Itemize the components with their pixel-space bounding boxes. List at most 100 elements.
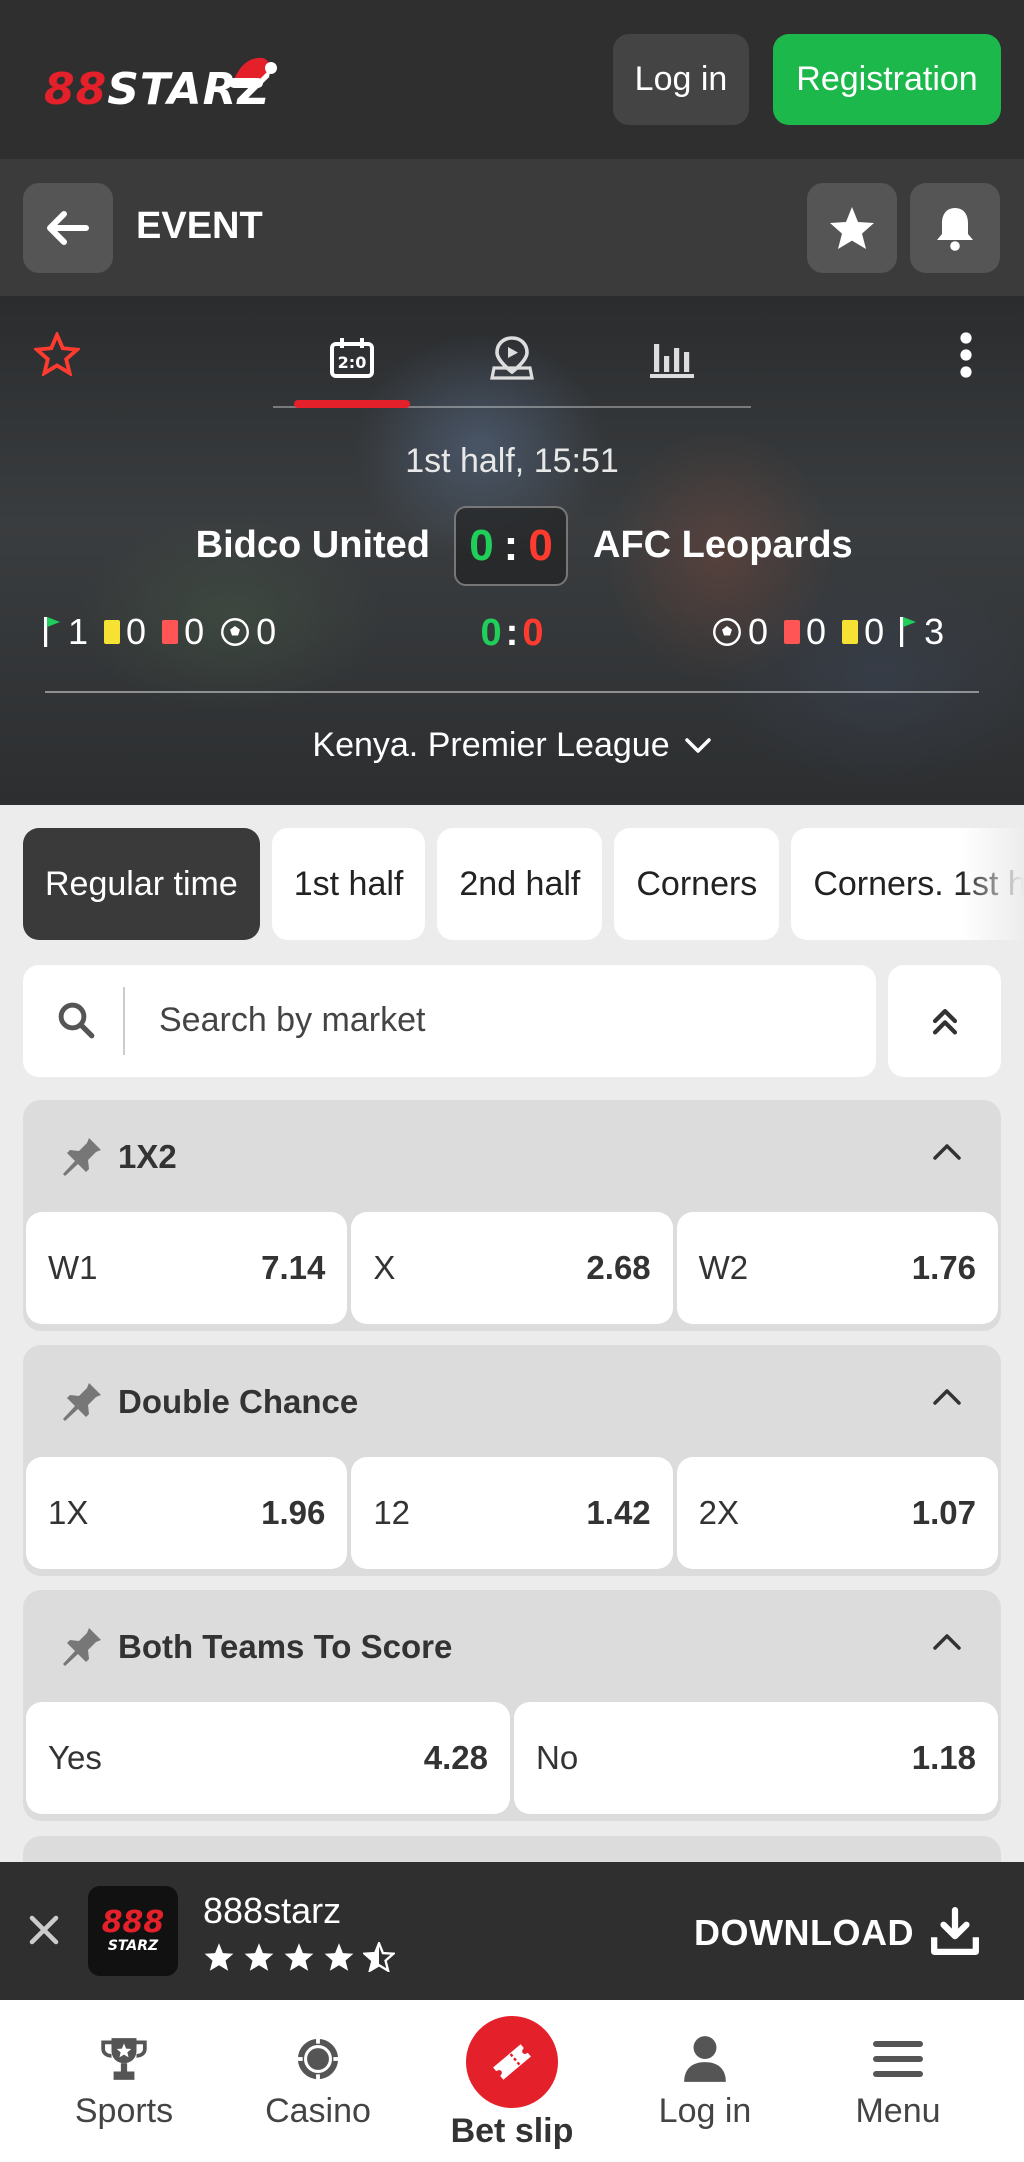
app-name: 888starz xyxy=(203,1890,342,1931)
odd-w2[interactable]: W2 1.76 xyxy=(676,1212,998,1324)
league-selector[interactable]: Kenya. Premier League xyxy=(0,726,1024,765)
registration-button[interactable]: Registration xyxy=(773,34,1001,125)
tab-2nd-half[interactable]: 2nd half xyxy=(437,828,603,940)
star-icon xyxy=(284,1943,314,1971)
nav-bet-slip[interactable] xyxy=(466,2016,558,2108)
tab-statistics[interactable] xyxy=(644,330,700,386)
nav-label: Casino xyxy=(265,2092,371,2130)
active-tab-indicator xyxy=(294,400,410,408)
market-1x2: 1X2 W1 7.14 X 2.68 W2 1.76 xyxy=(23,1100,1001,1331)
download-button[interactable]: DOWNLOAD xyxy=(694,1912,914,1954)
odd-yes[interactable]: Yes 4.28 xyxy=(26,1702,510,1814)
collapse-all-button[interactable] xyxy=(888,965,1001,1077)
pin-icon[interactable] xyxy=(57,1375,105,1423)
top-header: 88STARZ Log in Registration xyxy=(0,0,1024,159)
login-button[interactable]: Log in xyxy=(613,34,749,125)
nav-menu[interactable]: Menu xyxy=(838,2000,958,2162)
league-name: Kenya. Premier League xyxy=(312,726,670,764)
nav-sports[interactable]: Sports xyxy=(64,2000,184,2162)
odd-12[interactable]: 12 1.42 xyxy=(351,1457,673,1569)
odd-1x[interactable]: 1X 1.96 xyxy=(26,1457,348,1569)
market-header[interactable]: Double Chance xyxy=(23,1345,1001,1457)
back-button[interactable] xyxy=(23,183,113,273)
corner-flag-icon xyxy=(900,617,917,647)
nav-label: Menu xyxy=(855,2092,941,2130)
star-icon xyxy=(244,1943,274,1971)
pin-icon[interactable] xyxy=(57,1620,105,1668)
odd-w1[interactable]: W1 7.14 xyxy=(26,1212,348,1324)
market-double-chance: Double Chance 1X 1.96 12 1.42 2X 1.07 xyxy=(23,1345,1001,1576)
market-search xyxy=(23,965,876,1077)
nav-login[interactable]: Log in xyxy=(645,2000,765,2162)
page-title: EVENT xyxy=(136,205,263,247)
star-icon xyxy=(830,207,874,249)
market-header[interactable]: Both Teams To Score xyxy=(23,1590,1001,1702)
ticket-icon xyxy=(493,2044,531,2080)
market-header[interactable]: 1X2 xyxy=(23,1100,1001,1212)
search-separator xyxy=(123,987,125,1055)
santa-hat-icon xyxy=(229,57,277,88)
away-corners-stat: 3 xyxy=(900,611,944,653)
menu-icon xyxy=(873,2041,923,2077)
nav-label: Log in xyxy=(658,2092,752,2130)
nav-casino[interactable]: Casino xyxy=(258,2000,378,2162)
chevron-down-icon xyxy=(684,737,711,753)
match-status: 1st half, 15:51 xyxy=(405,442,619,480)
user-icon xyxy=(684,2036,726,2082)
odds-row: Yes 4.28 No 1.18 xyxy=(26,1702,998,1814)
favorite-button[interactable] xyxy=(807,183,897,273)
download-icon[interactable] xyxy=(930,1906,980,1956)
app-icon: 888 STARZ xyxy=(88,1886,178,1976)
away-stats: 0 0 0 3 xyxy=(712,611,960,653)
period-tabs: Regular time 1st half 2nd half Corners C… xyxy=(23,828,1024,940)
tab-regular-time[interactable]: Regular time xyxy=(23,828,260,940)
market-title: 1X2 xyxy=(118,1138,177,1175)
scoreboard-icon: 2:0 xyxy=(330,338,374,378)
market-title: Double Chance xyxy=(118,1383,359,1420)
double-chevron-up-icon xyxy=(932,1008,957,1035)
brand-logo[interactable]: 88STARZ xyxy=(44,52,284,122)
chevron-up-icon xyxy=(933,1389,961,1405)
away-red-cards-stat: 0 xyxy=(784,611,826,653)
away-team-name: AFC Leopards xyxy=(593,524,853,566)
market-title: Both Teams To Score xyxy=(118,1628,453,1665)
star-icon xyxy=(204,1943,234,1971)
video-pin-icon xyxy=(490,336,534,380)
star-outline-icon[interactable] xyxy=(34,332,80,376)
pin-icon[interactable] xyxy=(57,1130,105,1178)
svg-text:2:0: 2:0 xyxy=(338,353,367,372)
away-goals-stat: 0 xyxy=(712,611,768,653)
red-card-icon xyxy=(784,620,801,644)
tab-scoreboard[interactable]: 2:0 xyxy=(324,330,380,386)
app-rating xyxy=(203,1942,395,1972)
more-vertical-icon[interactable] xyxy=(954,330,978,380)
event-bar: EVENT xyxy=(0,159,1024,296)
nav-label: Sports xyxy=(74,2092,174,2130)
chevron-up-icon xyxy=(933,1144,961,1160)
bell-icon xyxy=(937,208,973,251)
odd-x[interactable]: X 2.68 xyxy=(351,1212,673,1324)
casino-chip-icon xyxy=(295,2036,341,2082)
notifications-button[interactable] xyxy=(910,183,1000,273)
arrow-left-icon xyxy=(47,211,89,245)
score-separator: : xyxy=(503,521,519,570)
bar-chart-icon xyxy=(650,344,694,378)
trophy-icon xyxy=(101,2038,147,2080)
soccer-ball-icon xyxy=(713,618,741,646)
tab-corners[interactable]: Corners xyxy=(614,828,780,940)
odd-2x[interactable]: 2X 1.07 xyxy=(676,1457,998,1569)
search-input[interactable] xyxy=(159,1001,839,1040)
market-both-teams-to-score: Both Teams To Score Yes 4.28 No 1.18 xyxy=(23,1590,1001,1821)
tab-1st-half[interactable]: 1st half xyxy=(271,828,426,940)
odd-no[interactable]: No 1.18 xyxy=(514,1702,998,1814)
scoreboard: 2:0 1st half, 15:51 Bidco United 0 : 0 A… xyxy=(0,296,1024,805)
half-star-icon xyxy=(363,1942,395,1972)
tab-live-tracker[interactable] xyxy=(484,330,540,386)
close-icon[interactable] xyxy=(26,1912,62,1948)
chevron-up-icon xyxy=(933,1634,961,1650)
search-icon xyxy=(58,1002,95,1039)
odds-row: W1 7.14 X 2.68 W2 1.76 xyxy=(26,1212,998,1324)
chips-fade xyxy=(960,828,1024,940)
home-score: 0 xyxy=(469,521,494,570)
odds-row: 1X 1.96 12 1.42 2X 1.07 xyxy=(26,1457,998,1569)
